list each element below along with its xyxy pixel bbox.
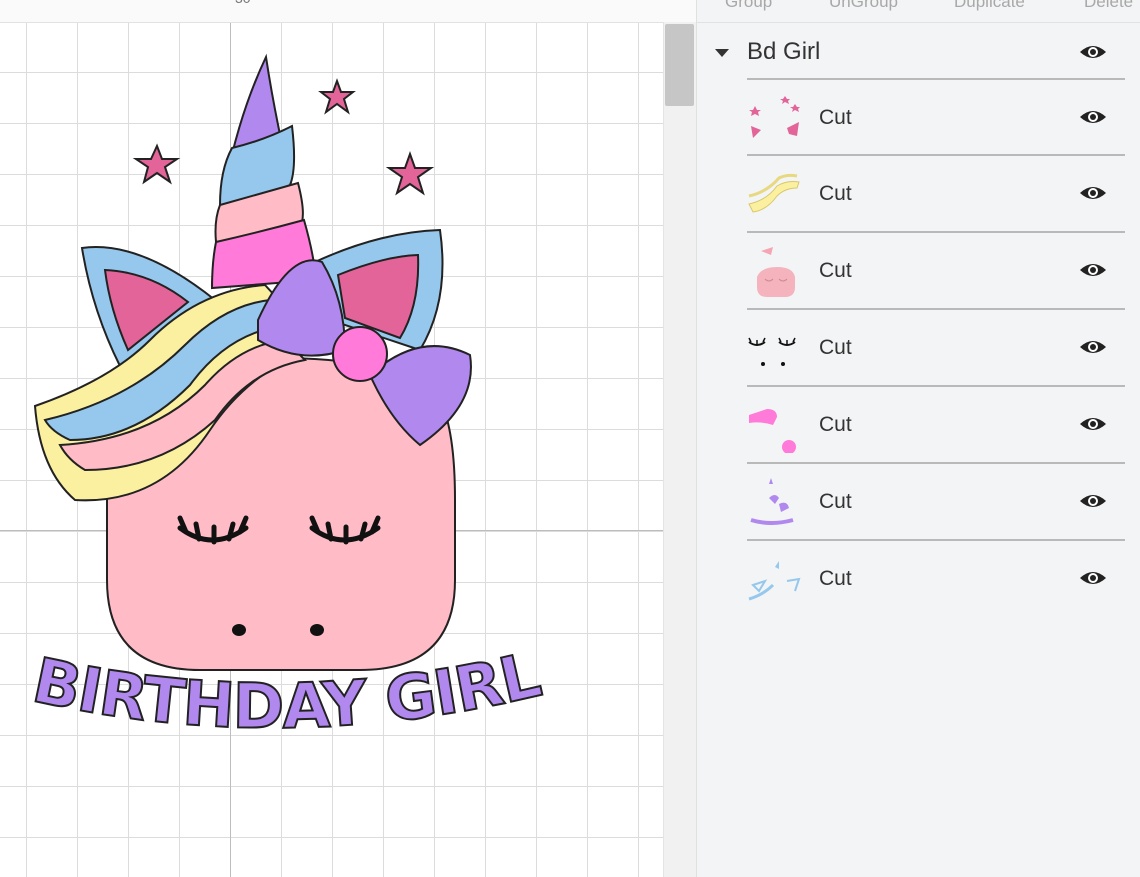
collapse-arrow-icon[interactable]: [715, 49, 729, 57]
star-right[interactable]: [385, 151, 435, 196]
layer-row[interactable]: Cut: [747, 539, 1125, 617]
duplicate-button[interactable]: Duplicate: [954, 0, 1025, 12]
canvas-scrollbar[interactable]: [663, 22, 697, 877]
ruler-label: 30: [235, 0, 251, 6]
layers-toolbar: Group UnGroup Duplicate Delete: [697, 0, 1140, 23]
layer-row[interactable]: Cut: [747, 385, 1125, 463]
layer-row[interactable]: Cut: [747, 231, 1125, 309]
layer-row[interactable]: Cut: [747, 78, 1125, 156]
eye-icon[interactable]: [1079, 107, 1107, 127]
layer-label: Cut: [819, 336, 852, 359]
layer-thumbnail: [749, 409, 796, 453]
design-canvas[interactable]: BIRTHDAY GIRL: [0, 0, 663, 877]
delete-button[interactable]: Delete: [1084, 0, 1133, 12]
nostril-left: [232, 624, 246, 636]
canvas-scroll-thumb[interactable]: [665, 24, 694, 106]
layer-row[interactable]: Cut: [747, 308, 1125, 386]
layer-row[interactable]: Cut: [747, 154, 1125, 232]
eye-icon[interactable]: [1079, 568, 1107, 588]
layer-row[interactable]: Cut: [747, 462, 1125, 540]
star-left[interactable]: [132, 143, 181, 185]
layer-thumbnail: [748, 561, 801, 601]
layer-thumbnail: [748, 337, 796, 366]
layer-thumbnail: [749, 96, 800, 138]
eye-icon[interactable]: [1079, 414, 1107, 434]
layer-label: Cut: [819, 106, 852, 129]
eye-icon[interactable]: [1079, 183, 1107, 203]
layer-label: Cut: [819, 567, 852, 590]
nostril-right: [310, 624, 324, 636]
eye-icon[interactable]: [1079, 42, 1107, 62]
top-ruler: 30: [0, 0, 696, 23]
layer-thumbnail: [757, 247, 795, 297]
bow-center[interactable]: [332, 326, 388, 382]
layer-label: Cut: [819, 182, 852, 205]
eye-icon[interactable]: [1079, 260, 1107, 280]
ungroup-button[interactable]: UnGroup: [829, 0, 898, 12]
unicord-artwork[interactable]: BIRTHDAY GIRL: [0, 0, 663, 877]
layer-label: Cut: [819, 259, 852, 282]
layer-thumbnail: [750, 478, 794, 525]
group-button[interactable]: Group: [725, 0, 772, 12]
layer-label: Cut: [819, 490, 852, 513]
eye-icon[interactable]: [1079, 491, 1107, 511]
layer-group-row[interactable]: Bd Girl: [697, 22, 1140, 80]
layer-label: Cut: [819, 413, 852, 436]
star-top[interactable]: [318, 78, 356, 115]
layers-panel: Group UnGroup Duplicate Delete Bd Girl C…: [696, 0, 1140, 877]
layer-thumbnail: [748, 173, 800, 213]
group-name: Bd Girl: [747, 38, 821, 65]
eye-icon[interactable]: [1079, 337, 1107, 357]
